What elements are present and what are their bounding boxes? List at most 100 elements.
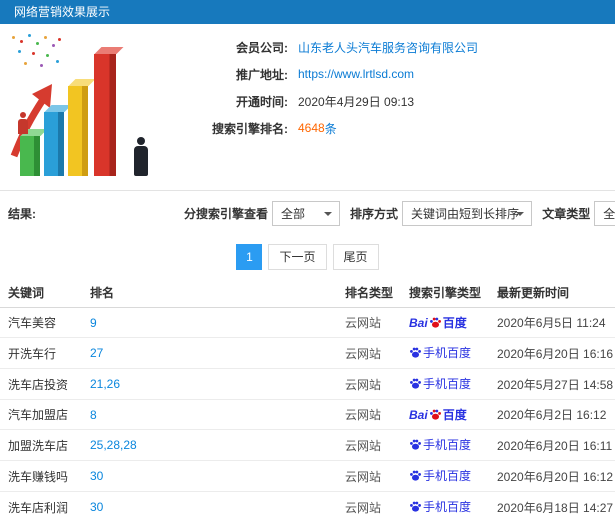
chart-bar — [20, 136, 40, 176]
baidu-logo: Bai 百度 — [409, 406, 467, 423]
chart-bar — [94, 54, 116, 176]
time-cell: 2020年6月18日 14:27 — [489, 491, 615, 520]
info-row-company: 会员公司: 山东老人头汽车服务咨询有限公司 — [178, 38, 478, 56]
type-select-value: 全部 — [603, 207, 615, 221]
engine-select[interactable]: 全部 — [272, 201, 341, 226]
sort-select-value: 关键词由短到长排序 — [411, 207, 520, 221]
rank-count-label: 搜索引擎排名: — [212, 121, 288, 136]
confetti-dots — [12, 36, 15, 39]
pagination: 1 下一页 尾页 — [0, 236, 615, 278]
table-row: 汽车加盟店 8 云网站 Bai 百度 2020年6月2日 16:12 — [0, 399, 615, 430]
keyword-cell: 汽车加盟店 — [0, 399, 82, 430]
rank-type-cell: 云网站 — [337, 399, 401, 430]
mobile-baidu-label: 手机百度 — [423, 438, 472, 452]
rank-type-cell: 云网站 — [337, 337, 401, 369]
time-cell: 2020年5月27日 14:58 — [489, 368, 615, 400]
bar-chart-illustration — [6, 28, 170, 186]
engine-filter-label: 分搜索引擎查看 — [184, 207, 269, 221]
rank-link[interactable]: 8 — [90, 408, 97, 422]
rank-link[interactable]: 9 — [90, 316, 97, 330]
sort-filter-label: 排序方式 — [350, 207, 399, 221]
type-filter-label: 文章类型 — [542, 207, 591, 221]
header-rank-type: 排名类型 — [337, 278, 401, 308]
time-cell: 2020年6月20日 16:11 — [489, 429, 615, 461]
engine-select-value: 全部 — [281, 207, 306, 221]
person-figure — [134, 137, 148, 176]
engine-cell: 手机百度 — [401, 491, 489, 520]
rank-link[interactable]: 30 — [90, 500, 103, 514]
baidu-logo: Bai 百度 — [409, 314, 467, 331]
table-header-row: 关键词 排名 排名类型 搜索引擎类型 最新更新时间 — [0, 278, 615, 308]
mobile-baidu-logo: 手机百度 — [409, 498, 471, 515]
table-row: 洗车店投资 21,26 云网站 手机百度 2020年5月27日 14:58 — [0, 368, 615, 400]
baidu-logo-text: Bai — [409, 315, 428, 330]
person-figure — [18, 112, 28, 134]
page-current[interactable]: 1 — [236, 244, 263, 270]
table-row: 开洗车行 27 云网站 手机百度 2020年6月20日 16:16 — [0, 337, 615, 369]
promo-url-link[interactable]: https://www.lrtlsd.com — [298, 67, 414, 81]
header-rank: 排名 — [82, 278, 337, 308]
time-cell: 2020年6月5日 11:24 — [489, 307, 615, 338]
mobile-baidu-paw-icon — [410, 347, 421, 358]
engine-cell: 手机百度 — [401, 368, 489, 400]
baidu-logo-cn: 百度 — [442, 408, 467, 422]
mobile-baidu-logo: 手机百度 — [409, 467, 471, 484]
info-row-rank-count: 搜索引擎排名: 4648 条 — [178, 119, 478, 137]
chart-bar — [44, 112, 64, 176]
rank-link[interactable]: 27 — [90, 346, 103, 360]
chart-bar — [68, 86, 88, 176]
rank-count-unit[interactable]: 条 — [325, 120, 337, 137]
engine-cell: Bai 百度 — [401, 399, 489, 430]
rank-link[interactable]: 30 — [90, 469, 103, 483]
engine-cell: Bai 百度 — [401, 307, 489, 338]
table-body: 汽车美容 9 云网站 Bai 百度 2020年6月5日 11:24 开洗车行 2… — [0, 307, 615, 520]
page-title: 网络营销效果展示 — [14, 5, 111, 19]
table-row: 加盟洗车店 25,28,28 云网站 手机百度 2020年6月20日 16:11 — [0, 429, 615, 461]
type-select[interactable]: 全部 — [594, 201, 615, 226]
keyword-cell: 开洗车行 — [0, 337, 82, 369]
header-engine-type: 搜索引擎类型 — [401, 278, 489, 308]
engine-cell: 手机百度 — [401, 429, 489, 461]
mobile-baidu-paw-icon — [410, 378, 421, 389]
keyword-cell: 洗车赚钱吗 — [0, 460, 82, 492]
rank-link[interactable]: 25,28,28 — [90, 438, 137, 452]
header-keyword: 关键词 — [0, 278, 82, 308]
info-fields: 会员公司: 山东老人头汽车服务咨询有限公司 推广地址: https://www.… — [178, 38, 478, 146]
table-row: 汽车美容 9 云网站 Bai 百度 2020年6月5日 11:24 — [0, 307, 615, 338]
time-cell: 2020年6月2日 16:12 — [489, 399, 615, 430]
info-section: 会员公司: 山东老人头汽车服务咨询有限公司 推广地址: https://www.… — [0, 24, 615, 190]
last-page-button[interactable]: 尾页 — [332, 244, 379, 270]
sort-select[interactable]: 关键词由短到长排序 — [402, 201, 533, 226]
rank-type-cell: 云网站 — [337, 491, 401, 520]
mobile-baidu-paw-icon — [410, 439, 421, 450]
baidu-logo-text: Bai — [409, 407, 428, 422]
rank-link[interactable]: 21,26 — [90, 377, 120, 391]
results-table: 关键词 排名 排名类型 搜索引擎类型 最新更新时间 汽车美容 9 云网站 Bai… — [0, 278, 615, 520]
mobile-baidu-label: 手机百度 — [423, 469, 472, 483]
table-row: 洗车店利润 30 云网站 手机百度 2020年6月18日 14:27 — [0, 491, 615, 520]
time-cell: 2020年6月20日 16:12 — [489, 460, 615, 492]
open-time-label: 开通时间: — [236, 94, 288, 109]
result-label: 结果: — [8, 207, 36, 221]
keyword-cell: 洗车店投资 — [0, 368, 82, 400]
filter-controls: 分搜索引擎查看 全部 排序方式 关键词由短到长排序 文章类型 全部 提交 — [184, 201, 615, 227]
rank-type-cell: 云网站 — [337, 368, 401, 400]
mobile-baidu-label: 手机百度 — [423, 500, 472, 514]
next-page-button[interactable]: 下一页 — [268, 244, 327, 270]
mobile-baidu-label: 手机百度 — [423, 377, 472, 391]
company-link[interactable]: 山东老人头汽车服务咨询有限公司 — [298, 39, 478, 56]
info-row-url: 推广地址: https://www.lrtlsd.com — [178, 65, 478, 83]
keyword-cell: 洗车店利润 — [0, 491, 82, 520]
baidu-paw-icon — [429, 409, 441, 420]
baidu-paw-icon — [429, 317, 441, 328]
promo-url-label: 推广地址: — [236, 67, 288, 82]
mobile-baidu-label: 手机百度 — [423, 346, 472, 360]
mobile-baidu-logo: 手机百度 — [409, 375, 471, 392]
rank-type-cell: 云网站 — [337, 429, 401, 461]
open-time-value: 2020年4月29日 09:13 — [298, 94, 415, 109]
baidu-logo-cn: 百度 — [442, 316, 467, 330]
engine-cell: 手机百度 — [401, 337, 489, 369]
mobile-baidu-paw-icon — [410, 501, 421, 512]
rank-type-cell: 云网站 — [337, 460, 401, 492]
info-row-open-time: 开通时间: 2020年4月29日 09:13 — [178, 92, 478, 110]
